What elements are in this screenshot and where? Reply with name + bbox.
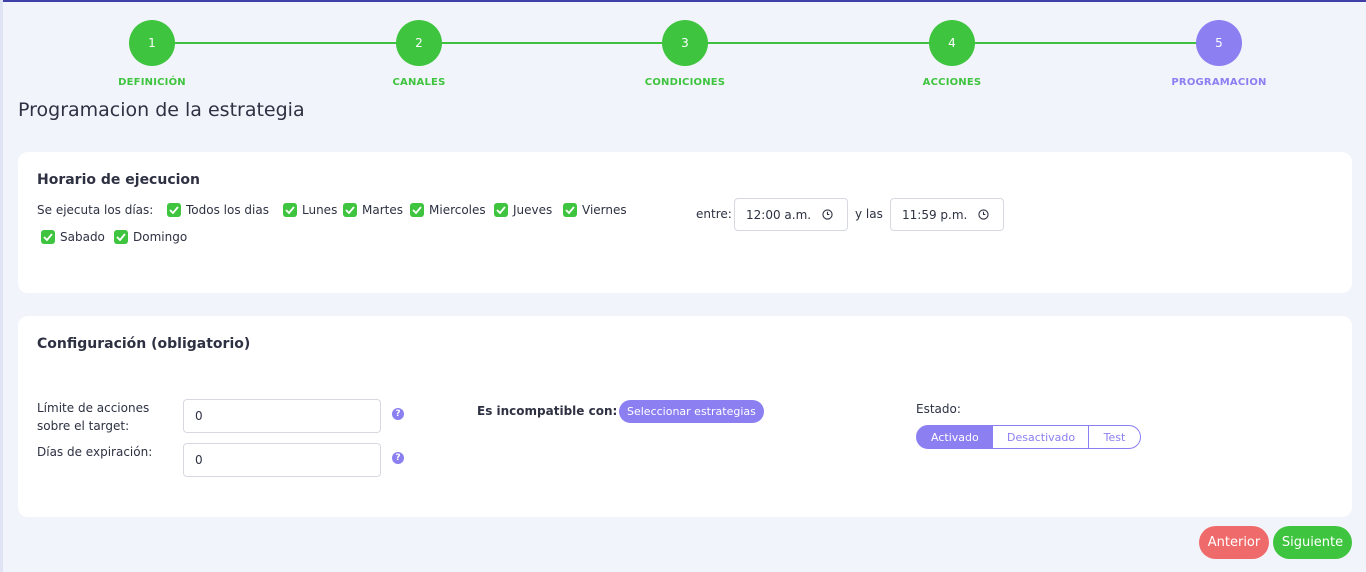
step-label: CONDICIONES bbox=[644, 77, 726, 88]
step-number: 4 bbox=[929, 20, 975, 66]
limit-label-line1: Límite de acciones bbox=[37, 401, 150, 415]
checkbox-checked-icon bbox=[563, 203, 577, 217]
start-time-input[interactable]: 12:00 a.m. bbox=[734, 198, 848, 231]
checkbox-checked-icon bbox=[343, 203, 357, 217]
checkbox-label: Jueves bbox=[513, 203, 553, 217]
step-number: 1 bbox=[129, 20, 175, 66]
checkbox-martes[interactable]: Martes bbox=[343, 203, 403, 217]
schedule-card: Horario de ejecucion Se ejecuta los días… bbox=[18, 152, 1352, 293]
clock-icon[interactable] bbox=[978, 209, 989, 220]
top-border bbox=[0, 0, 1366, 2]
checkbox-label: Lunes bbox=[302, 203, 338, 217]
checkbox-todos-los-dias[interactable]: Todos los dias bbox=[167, 203, 269, 217]
checkbox-lunes[interactable]: Lunes bbox=[283, 203, 337, 217]
end-time-input[interactable]: 11:59 p.m. bbox=[890, 198, 1004, 231]
checkbox-checked-icon bbox=[410, 203, 424, 217]
status-activado-button[interactable]: Activado bbox=[916, 425, 993, 449]
checkbox-label: Martes bbox=[362, 203, 403, 217]
and-label: y las bbox=[855, 207, 883, 221]
checkbox-label: Miercoles bbox=[429, 203, 486, 217]
checkbox-miercoles[interactable]: Miercoles bbox=[410, 203, 486, 217]
incompatible-label: Es incompatible con: bbox=[477, 404, 618, 418]
schedule-title: Horario de ejecucion bbox=[37, 172, 201, 188]
step-label: DEFINICIÓN bbox=[118, 77, 186, 88]
status-desactivado-button[interactable]: Desactivado bbox=[993, 425, 1089, 449]
checkbox-label: Todos los dias bbox=[186, 203, 269, 217]
select-strategies-button[interactable]: Seleccionar estrategias bbox=[619, 400, 764, 423]
between-label: entre: bbox=[696, 207, 732, 221]
limit-label-line2: sobre el target: bbox=[37, 419, 130, 433]
step-label: CANALES bbox=[392, 77, 446, 88]
help-icon[interactable]: ? bbox=[392, 408, 404, 420]
page-title: Programacion de la estrategia bbox=[18, 99, 305, 121]
status-test-button[interactable]: Test bbox=[1089, 425, 1141, 449]
help-icon[interactable]: ? bbox=[392, 452, 404, 464]
checkbox-domingo[interactable]: Domingo bbox=[114, 230, 187, 244]
step-programacion[interactable]: 5 PROGRAMACION bbox=[1149, 20, 1289, 88]
step-definicion[interactable]: 1 DEFINICIÓN bbox=[82, 20, 222, 88]
checkbox-checked-icon bbox=[41, 230, 55, 244]
end-time-value: 11:59 p.m. bbox=[902, 207, 968, 222]
step-label: PROGRAMACION bbox=[1171, 77, 1267, 88]
checkbox-checked-icon bbox=[114, 230, 128, 244]
checkbox-viernes[interactable]: Viernes bbox=[563, 203, 627, 217]
step-acciones[interactable]: 4 ACCIONES bbox=[882, 20, 1022, 88]
previous-button[interactable]: Anterior bbox=[1199, 526, 1269, 559]
clock-icon[interactable] bbox=[822, 209, 833, 220]
next-button[interactable]: Siguiente bbox=[1273, 526, 1352, 559]
checkbox-checked-icon bbox=[283, 203, 297, 217]
step-canales[interactable]: 2 CANALES bbox=[349, 20, 489, 88]
step-label: ACCIONES bbox=[922, 77, 982, 88]
step-condiciones[interactable]: 3 CONDICIONES bbox=[615, 20, 755, 88]
limit-label: Límite de acciones sobre el target: bbox=[37, 399, 149, 435]
checkbox-sabado[interactable]: Sabado bbox=[41, 230, 105, 244]
step-number: 5 bbox=[1196, 20, 1242, 66]
status-label: Estado: bbox=[916, 402, 961, 416]
expiration-input[interactable] bbox=[183, 443, 381, 477]
checkbox-label: Sabado bbox=[60, 230, 105, 244]
step-number: 2 bbox=[396, 20, 442, 66]
expiration-label: Días de expiración: bbox=[37, 445, 153, 459]
step-number: 3 bbox=[662, 20, 708, 66]
checkbox-label: Domingo bbox=[133, 230, 188, 244]
wizard-stepper: 1 DEFINICIÓN 2 CANALES 3 CONDICIONES 4 A… bbox=[0, 20, 1366, 100]
checkbox-checked-icon bbox=[167, 203, 181, 217]
start-time-value: 12:00 a.m. bbox=[746, 207, 812, 222]
checkbox-checked-icon bbox=[494, 203, 508, 217]
configuration-card: Configuración (obligatorio) Límite de ac… bbox=[18, 316, 1352, 517]
days-label: Se ejecuta los días: bbox=[37, 203, 154, 217]
checkbox-jueves[interactable]: Jueves bbox=[494, 203, 552, 217]
status-segmented-control: Activado Desactivado Test bbox=[916, 425, 1141, 449]
configuration-title: Configuración (obligatorio) bbox=[37, 336, 251, 352]
checkbox-label: Viernes bbox=[582, 203, 627, 217]
limit-input[interactable] bbox=[183, 399, 381, 433]
